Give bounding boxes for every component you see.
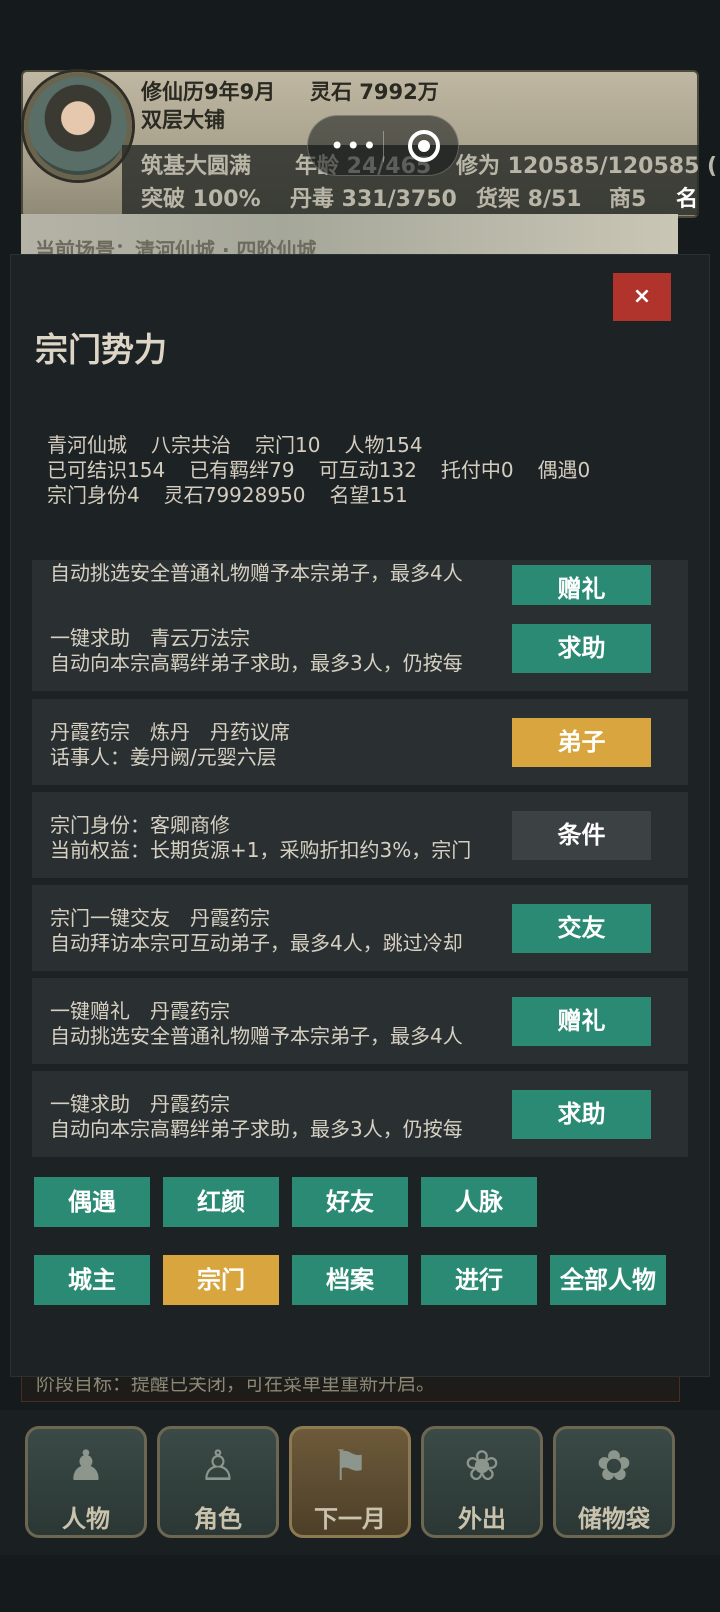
sect-count: 宗门10 bbox=[255, 433, 321, 457]
sect-action-card: 一键求助 丹霞药宗 自动向本宗高羁绊弟子求助，最多3人，仍按每 求助 bbox=[32, 1071, 688, 1157]
interactable-count: 可互动132 bbox=[318, 458, 417, 482]
sect-action-card: 一键求助 青云万法宗 自动向本宗高羁绊弟子求助，最多3人，仍按每 求助 bbox=[32, 605, 688, 691]
sect-action-card: 一键赠礼 丹霞药宗 自动挑选安全普通礼物赠予本宗弟子，最多4人 赠礼 bbox=[32, 978, 688, 1064]
scene-banner: 当前场景：清河仙城 · 四阶仙城 bbox=[21, 214, 678, 262]
card-description: 自动拜访本宗可互动弟子，最多4人，跳过冷却 bbox=[50, 931, 463, 955]
tab-5[interactable]: 全部人物 bbox=[550, 1255, 666, 1305]
sect-identity-count: 宗门身份4 bbox=[47, 483, 140, 507]
nav-label: 下一月 bbox=[314, 1505, 386, 1533]
nav-label: 人物 bbox=[62, 1505, 110, 1533]
tab-2[interactable]: 红颜 bbox=[163, 1177, 279, 1227]
tab-4[interactable]: 人脉 bbox=[421, 1177, 537, 1227]
robe-icon: ♙ bbox=[199, 1441, 237, 1490]
character-count: 人物154 bbox=[344, 433, 423, 457]
card-description: 自动挑选安全普通礼物赠予本宗弟子，最多4人 bbox=[50, 1024, 463, 1048]
player-avatar[interactable] bbox=[24, 72, 132, 180]
nav-label: 储物袋 bbox=[578, 1505, 650, 1533]
shop-type: 双层大铺 bbox=[141, 108, 225, 132]
spirit-stone-total: 灵石 7992万 bbox=[310, 80, 439, 104]
nav-button[interactable]: ♙ 角色 bbox=[157, 1426, 279, 1538]
nav-button[interactable]: ♟ 人物 bbox=[25, 1426, 147, 1538]
meetable-count: 已可结识154 bbox=[47, 458, 166, 482]
entrusted-count: 托付中0 bbox=[440, 458, 514, 482]
tab-1[interactable]: 偶遇 bbox=[34, 1177, 150, 1227]
breakthrough-label: 突破 100% bbox=[141, 187, 261, 212]
bag-icon: ✿ bbox=[596, 1441, 632, 1490]
tab-3[interactable]: 档案 bbox=[292, 1255, 408, 1305]
card-action-button[interactable]: 赠礼 bbox=[512, 997, 651, 1046]
nav-button[interactable]: ✿ 储物袋 bbox=[553, 1426, 675, 1538]
game-screen: 修仙历9年9月 灵石 7992万 双层大铺 筑基大圆满 年龄 24/465 修为… bbox=[0, 0, 720, 1612]
flag-icon: ⚑ bbox=[331, 1441, 369, 1490]
nav-button[interactable]: ❀ 外出 bbox=[421, 1426, 543, 1538]
card-description: 自动向本宗高羁绊弟子求助，最多3人，仍按每 bbox=[50, 1117, 463, 1141]
game-date: 修仙历9年9月 bbox=[141, 80, 276, 104]
sect-action-card: 丹霞药宗 炼丹 丹药议席 话事人：姜丹阙/元婴六层 弟子 bbox=[32, 699, 688, 785]
capsule-divider bbox=[383, 131, 384, 162]
summary-line-2: 已可结识154 已有羁绊79 可互动132 托付中0 偶遇0 bbox=[47, 458, 614, 483]
card-description: 当前权益：长期货源+1，采购折扣约3%，宗门 bbox=[50, 838, 472, 862]
summary-line-1: 青河仙城 八宗共治 宗门10 人物154 bbox=[47, 433, 614, 458]
card-action-button[interactable]: 条件 bbox=[512, 811, 651, 860]
merchant-level: 商5 bbox=[609, 187, 647, 212]
realm-label: 筑基大圆满 bbox=[141, 154, 252, 179]
close-button[interactable]: × bbox=[613, 273, 671, 321]
person-icon: ♟ bbox=[67, 1441, 105, 1490]
tab-4[interactable]: 进行 bbox=[421, 1255, 537, 1305]
governance: 八宗共治 bbox=[151, 433, 231, 457]
more-icon[interactable]: ••• bbox=[330, 134, 378, 158]
sect-action-card: 自动挑选安全普通礼物赠予本宗弟子，最多4人 赠礼 bbox=[32, 560, 688, 614]
system-bar bbox=[0, 1555, 720, 1612]
tab-2[interactable]: 宗门 bbox=[163, 1255, 279, 1305]
dialog-title: 宗门势力 bbox=[35, 330, 167, 369]
bottom-nav: ♟ 人物 ♙ 角色 ⚑ 下一月 ❀ 外出 ✿ 储物袋 bbox=[0, 1410, 720, 1555]
card-action-button[interactable]: 交友 bbox=[512, 904, 651, 953]
sect-action-list[interactable]: 自动挑选安全普通礼物赠予本宗弟子，最多4人 赠礼 一键求助 青云万法宗 自动向本宗高羁… bbox=[32, 560, 688, 1157]
reputation: 名望151 bbox=[329, 483, 408, 507]
card-action-button[interactable]: 求助 bbox=[512, 1090, 651, 1139]
lotus-icon: ❀ bbox=[464, 1441, 500, 1490]
tab-3[interactable]: 好友 bbox=[292, 1177, 408, 1227]
goal-strip: 阶段目标：提醒已关闭，可在菜单里重新开启。 bbox=[21, 1372, 680, 1402]
nav-label: 外出 bbox=[458, 1505, 506, 1533]
card-description: 话事人：姜丹阙/元婴六层 bbox=[50, 745, 277, 769]
card-action-button[interactable]: 弟子 bbox=[512, 718, 651, 767]
mini-program-capsule: ••• bbox=[307, 115, 459, 176]
sect-summary: 青河仙城 八宗共治 宗门10 人物154 已可结识154 已有羁绊79 可互动132 托付中… bbox=[47, 433, 614, 508]
spirit-stone-amount: 灵石79928950 bbox=[163, 483, 306, 507]
card-action-button[interactable]: 求助 bbox=[512, 624, 651, 673]
close-miniprogram-icon[interactable] bbox=[408, 130, 440, 162]
sect-action-card: 宗门一键交友 丹霞药宗 自动拜访本宗可互动弟子，最多4人，跳过冷却 交友 bbox=[32, 885, 688, 971]
summary-line-3: 宗门身份4 灵石79928950 名望151 bbox=[47, 483, 614, 508]
encounter-count: 偶遇0 bbox=[537, 458, 591, 482]
cultivation-label: 修为 120585/120585 ( bbox=[456, 154, 718, 179]
bond-count: 已有羁绊79 bbox=[189, 458, 295, 482]
tab-row-1: 偶遇 红颜 好友 人脉 bbox=[11, 1177, 709, 1227]
truncated-label: 名 bbox=[676, 187, 699, 212]
shelves-label: 货架 8/51 bbox=[476, 187, 582, 212]
card-description: 自动向本宗高羁绊弟子求助，最多3人，仍按每 bbox=[50, 651, 463, 675]
sect-dialog: × 宗门势力 青河仙城 八宗共治 宗门10 人物154 已可结识154 已有羁绊79 可互… bbox=[11, 255, 709, 1376]
tab-row-2: 城主 宗门 档案 进行 全部人物 bbox=[11, 1255, 709, 1305]
sect-action-card: 宗门身份：客卿商修 当前权益：长期货源+1，采购折扣约3%，宗门 条件 bbox=[32, 792, 688, 878]
nav-label: 角色 bbox=[194, 1505, 242, 1533]
city-name: 青河仙城 bbox=[47, 433, 127, 457]
tab-1[interactable]: 城主 bbox=[34, 1255, 150, 1305]
pill-poison-label: 丹毒 331/3750 bbox=[290, 187, 457, 212]
card-title: 自动挑选安全普通礼物赠予本宗弟子，最多4人 bbox=[50, 561, 463, 585]
nav-button[interactable]: ⚑ 下一月 bbox=[289, 1426, 411, 1538]
